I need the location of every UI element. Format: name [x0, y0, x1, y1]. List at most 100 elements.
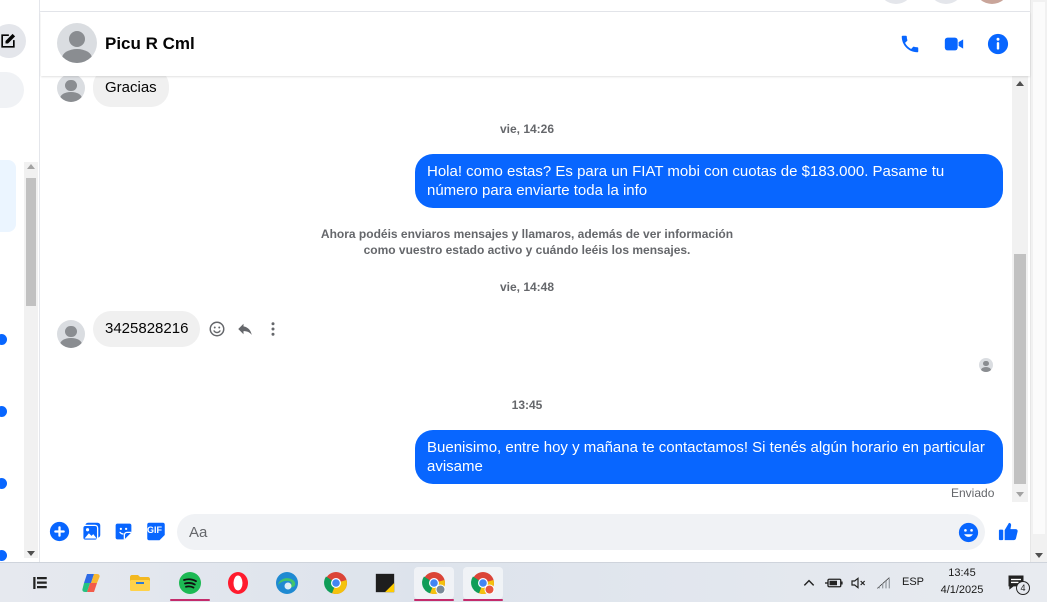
edge-button[interactable] — [267, 567, 307, 599]
reply-icon — [238, 323, 252, 335]
video-icon — [944, 37, 964, 51]
message-composer: GIF — [41, 504, 1030, 562]
message-thread-scrollbar[interactable] — [1012, 76, 1028, 502]
battery-status[interactable] — [822, 567, 846, 599]
running-indicator — [463, 599, 503, 601]
file-explorer-icon — [130, 575, 150, 591]
scroll-up-arrow[interactable] — [1016, 81, 1024, 86]
info-icon — [987, 33, 1009, 55]
react-button[interactable] — [205, 317, 229, 341]
scroll-down-arrow[interactable] — [1016, 492, 1024, 497]
opera-icon — [228, 572, 248, 594]
incoming-message[interactable]: Gracias — [93, 76, 169, 107]
input-language-indicator[interactable]: ESP — [902, 576, 924, 588]
video-call-button[interactable] — [942, 32, 966, 56]
copilot-icon — [82, 574, 100, 592]
chrome-profile-2-icon — [471, 572, 495, 595]
plus-icon — [49, 521, 69, 541]
scroll-up-arrow[interactable] — [27, 164, 35, 169]
profile-avatar[interactable] — [976, 0, 1008, 4]
scrollbar-thumb[interactable] — [26, 178, 36, 306]
more-options-button[interactable] — [261, 317, 285, 341]
wifi-icon — [877, 577, 890, 589]
outgoing-message[interactable]: Hola! como estas? Es para un FIAT mobi c… — [415, 154, 1003, 208]
chevron-up-icon — [803, 579, 815, 586]
conversation-info-button[interactable] — [986, 32, 1010, 56]
timestamp: vie, 14:26 — [499, 122, 555, 136]
scrollbar-thumb[interactable] — [1014, 254, 1026, 484]
message-thread: Gracias vie, 14:26 Hola! como estas? Es … — [41, 76, 1012, 504]
thumbs-up-icon — [998, 522, 1018, 540]
read-receipt-avatar — [979, 358, 993, 372]
chrome-button[interactable] — [316, 567, 356, 599]
more-actions-button[interactable] — [48, 520, 70, 542]
top-toolbar-fragment — [40, 0, 1030, 12]
toolbar-button[interactable] — [930, 0, 962, 4]
chrome-window-1-button[interactable] — [414, 567, 454, 601]
new-message-button[interactable] — [0, 24, 26, 58]
spotify-icon — [179, 572, 201, 594]
contact-avatar[interactable] — [57, 23, 97, 63]
contact-name[interactable]: Picu R Cml — [105, 34, 195, 54]
show-hidden-icons-button[interactable] — [798, 567, 820, 599]
compose-icon — [1, 33, 16, 48]
notification-count: 4 — [1016, 581, 1030, 595]
chrome-icon — [324, 572, 347, 595]
message-input[interactable] — [177, 514, 985, 550]
chrome-profile-1-icon — [422, 572, 446, 595]
active-conversation-item[interactable] — [0, 160, 16, 232]
sticker-button[interactable] — [112, 520, 134, 542]
battery-icon — [825, 578, 843, 588]
scroll-down-arrow[interactable] — [1035, 553, 1043, 558]
scroll-down-arrow[interactable] — [27, 551, 35, 556]
sender-avatar — [57, 76, 85, 102]
unread-indicator — [0, 478, 7, 489]
timestamp: vie, 14:48 — [499, 280, 555, 294]
network-button[interactable] — [872, 567, 896, 599]
toolbar-button[interactable] — [880, 0, 912, 4]
incoming-message[interactable]: 3425828216 — [93, 311, 201, 347]
unread-indicator — [0, 334, 7, 345]
smiley-icon — [209, 321, 225, 337]
edge-icon — [276, 572, 298, 594]
task-view-button[interactable] — [20, 567, 60, 599]
taskbar-clock-date[interactable]: 4/1/2025 — [932, 584, 992, 596]
windows-taskbar: ESP 13:45 4/1/2025 4 — [0, 562, 1047, 602]
message-status: Enviado — [951, 486, 995, 500]
outgoing-message[interactable]: Buenisimo, entre hoy y mañana te contact… — [415, 430, 1003, 484]
file-explorer-button[interactable] — [120, 567, 160, 599]
volume-muted-icon — [851, 577, 866, 589]
timestamp: 13:45 — [511, 398, 543, 412]
chat-header: Picu R Cml — [41, 12, 1030, 76]
task-view-icon — [33, 577, 47, 589]
running-indicator — [414, 599, 454, 601]
copilot-button[interactable] — [72, 567, 112, 599]
privacy-notice: Ahora podéis enviaros mensajes y llamaro… — [320, 227, 734, 257]
send-like-button[interactable] — [996, 519, 1020, 543]
volume-button[interactable] — [846, 567, 870, 599]
notification-center-button[interactable]: 4 — [1000, 567, 1032, 599]
conversation-search[interactable] — [0, 72, 24, 108]
unread-indicator — [0, 406, 7, 417]
emoji-picker-button[interactable] — [957, 521, 979, 543]
more-vertical-icon — [271, 322, 275, 336]
voice-call-button[interactable] — [898, 32, 922, 56]
unread-indicator — [0, 550, 7, 561]
attach-media-button[interactable] — [80, 520, 102, 542]
sticky-notes-icon — [375, 573, 395, 593]
window-scrollbar[interactable] — [1030, 0, 1047, 562]
opera-button[interactable] — [218, 567, 258, 599]
phone-icon — [901, 35, 919, 53]
conversation-list-scrollbar[interactable] — [24, 162, 38, 558]
reply-button[interactable] — [233, 317, 257, 341]
emoji-icon — [958, 522, 978, 542]
spotify-button[interactable] — [170, 567, 210, 601]
running-indicator — [170, 599, 210, 601]
gif-button[interactable]: GIF — [144, 520, 168, 542]
gif-label: GIF — [147, 525, 162, 535]
scrollbar-thumb[interactable] — [1033, 2, 1045, 534]
image-icon — [81, 522, 100, 541]
taskbar-clock-time[interactable]: 13:45 — [932, 567, 992, 579]
chrome-window-2-button[interactable] — [463, 567, 503, 601]
sticky-notes-button[interactable] — [365, 567, 405, 599]
